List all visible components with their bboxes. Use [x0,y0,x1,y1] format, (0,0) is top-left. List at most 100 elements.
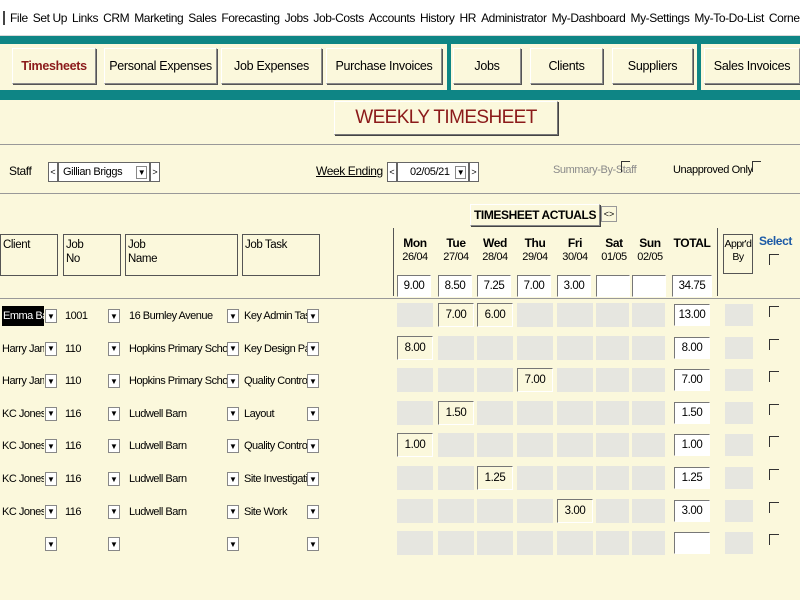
hours-cell[interactable]: 7.00 [517,368,553,393]
client-field[interactable]: KC Jones [2,502,44,522]
summary-by-staff-checkbox[interactable] [621,161,630,172]
chevron-down-icon[interactable]: ▼ [307,341,319,356]
job-no-field[interactable]: 1001 [65,306,107,326]
menu-item[interactable]: Jobs [285,11,309,25]
hours-cell[interactable] [596,466,629,490]
chevron-down-icon[interactable]: ▼ [307,537,319,552]
client-field[interactable] [2,534,44,554]
chevron-down-icon[interactable]: ▼ [307,504,319,519]
menu-item[interactable]: My-To-Do-List [694,11,764,25]
job-no-field[interactable]: 116 [65,404,107,424]
hours-cell[interactable] [438,498,474,523]
chevron-down-icon[interactable]: ▼ [455,166,466,179]
hours-cell[interactable] [596,368,629,393]
job-task-field[interactable]: Quality Control [244,371,308,391]
job-no-field[interactable]: 116 [65,502,107,522]
hours-cell[interactable] [397,466,433,490]
client-field[interactable]: Harry James [2,371,44,391]
hours-cell[interactable] [632,466,665,490]
hours-cell[interactable] [517,400,553,425]
chevron-down-icon[interactable]: ▼ [108,341,120,356]
row-select-checkbox[interactable] [769,306,779,317]
hours-cell[interactable]: 1.00 [397,433,433,458]
tab-purchase-invoices[interactable]: Purchase Invoices [326,48,442,84]
hours-cell[interactable] [632,303,665,327]
app-menu-icon[interactable] [3,10,5,25]
week-ending-select[interactable]: 02/05/21 ▼ [397,162,469,182]
hours-cell[interactable] [517,433,553,458]
tab-jobs[interactable]: Jobs [453,48,521,84]
chevron-down-icon[interactable]: ▼ [45,537,57,552]
chevron-down-icon[interactable]: ▼ [108,504,120,519]
tab-timesheets[interactable]: Timesheets [12,48,96,84]
hours-cell[interactable] [517,335,553,360]
hours-cell[interactable] [517,466,553,490]
chevron-down-icon[interactable]: ▼ [227,472,239,486]
staff-select[interactable]: Gillian Briggs ▼ [58,162,150,182]
job-task-field[interactable]: Quality Control [244,436,308,456]
menu-item[interactable]: Forecasting [221,11,280,25]
hours-cell[interactable] [477,368,513,393]
job-name-field[interactable]: Ludwell Barn [129,404,227,424]
hours-cell[interactable] [632,368,665,393]
chevron-down-icon[interactable]: ▼ [45,504,57,519]
row-select-checkbox[interactable] [769,371,779,383]
job-task-field[interactable]: Site Investigation [244,469,308,489]
hours-cell[interactable] [557,466,593,490]
hours-cell[interactable] [477,531,513,556]
approved-by-field[interactable] [725,467,753,489]
chevron-down-icon[interactable]: ▼ [45,439,57,454]
hours-cell[interactable] [438,531,474,556]
chevron-down-icon[interactable]: ▼ [108,309,120,323]
job-task-field[interactable] [244,534,308,554]
chevron-down-icon[interactable]: ▼ [108,537,120,552]
staff-prev-button[interactable]: < [48,162,58,182]
chevron-down-icon[interactable]: ▼ [45,406,57,421]
chevron-down-icon[interactable]: ▼ [45,341,57,356]
menu-item[interactable]: Sales [188,11,216,25]
hours-cell[interactable] [477,400,513,425]
chevron-down-icon[interactable]: ▼ [108,472,120,486]
chevron-down-icon[interactable]: ▼ [227,341,239,356]
row-select-checkbox[interactable] [769,534,779,546]
chevron-down-icon[interactable]: ▼ [136,166,147,179]
chevron-down-icon[interactable]: ▼ [307,406,319,421]
client-field[interactable]: Harry James [2,339,44,359]
job-name-field[interactable]: Hopkins Primary School [129,339,227,359]
hours-cell[interactable] [397,498,433,523]
menu-item[interactable]: History [420,11,455,25]
hours-cell[interactable] [477,335,513,360]
hours-cell[interactable] [557,335,593,360]
chevron-down-icon[interactable]: ▼ [108,406,120,421]
menu-item[interactable]: CRM [103,11,130,25]
hours-cell[interactable] [517,498,553,523]
tab-sales-invoices[interactable]: Sales Invoices [704,48,800,84]
chevron-down-icon[interactable]: ▼ [307,374,319,389]
hours-cell[interactable]: 7.00 [438,303,474,327]
chevron-down-icon[interactable]: ▼ [227,406,239,421]
hours-cell[interactable] [397,531,433,556]
tab-personal-expenses[interactable]: Personal Expenses [104,48,217,84]
menu-item[interactable]: HR [460,11,477,25]
chevron-down-icon[interactable]: ▼ [45,374,57,389]
hours-cell[interactable] [632,498,665,523]
hours-cell[interactable] [557,531,593,556]
job-no-field[interactable] [65,534,107,554]
menu-item[interactable]: My-Settings [630,11,689,25]
chevron-down-icon[interactable]: ▼ [108,374,120,389]
hours-cell[interactable] [557,368,593,393]
chevron-down-icon[interactable]: ▼ [307,439,319,454]
hours-cell[interactable] [632,531,665,556]
job-no-field[interactable]: 110 [65,371,107,391]
chevron-down-icon[interactable]: ▼ [227,309,239,323]
menu-item[interactable]: File [10,11,28,25]
job-task-field[interactable]: Key Design Para [244,339,308,359]
hours-cell[interactable] [438,433,474,458]
job-no-field[interactable]: 116 [65,436,107,456]
tab-clients[interactable]: Clients [530,48,603,84]
week-next-button[interactable]: > [469,162,479,182]
menu-item[interactable]: Job-Costs [313,11,364,25]
job-name-field[interactable]: Ludwell Barn [129,469,227,489]
client-field[interactable]: KC Jones [2,469,44,489]
hours-cell[interactable] [438,466,474,490]
